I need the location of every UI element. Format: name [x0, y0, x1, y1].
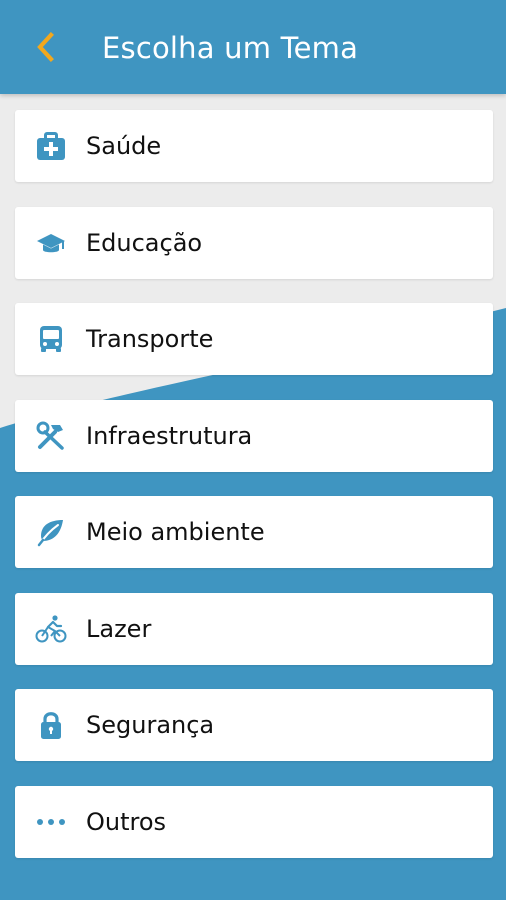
graduation-cap-icon — [35, 227, 67, 259]
topic-item-lazer[interactable]: Lazer — [15, 592, 493, 665]
page-title: Escolha um Tema — [102, 31, 359, 65]
medical-kit-icon — [35, 130, 67, 162]
topic-label: Meio ambiente — [86, 518, 265, 546]
topic-label: Educação — [86, 228, 203, 257]
topic-item-seguranca[interactable]: Segurança — [15, 689, 493, 761]
bicycle-icon — [35, 613, 67, 645]
topic-item-meio-ambiente[interactable]: Meio ambiente — [15, 496, 493, 568]
topic-item-saude[interactable]: Saúde — [15, 110, 493, 182]
topic-label: Transporte — [86, 325, 214, 353]
bus-icon — [35, 323, 67, 355]
topic-label: Segurança — [86, 711, 215, 739]
chevron-left-icon — [37, 32, 54, 62]
app-bar: Escolha um Tema — [0, 0, 506, 94]
tools-icon — [35, 420, 67, 452]
topic-item-educacao[interactable]: Educação — [15, 206, 493, 279]
topic-item-infraestrutura[interactable]: Infraestrutura — [15, 399, 493, 472]
topic-label: Outros — [86, 807, 167, 836]
topic-item-transporte[interactable]: Transporte — [15, 303, 493, 375]
topic-label: Saúde — [86, 132, 162, 160]
leaf-icon — [35, 516, 67, 548]
back-button[interactable] — [26, 24, 66, 70]
topic-label: Lazer — [86, 614, 152, 643]
topic-label: Infraestrutura — [86, 421, 253, 450]
more-dots-icon — [35, 806, 67, 838]
lock-icon — [35, 709, 67, 741]
topic-item-outros[interactable]: Outros — [15, 785, 493, 858]
topic-list: Saúde Educação Transporte Infraestrutura… — [15, 110, 493, 882]
